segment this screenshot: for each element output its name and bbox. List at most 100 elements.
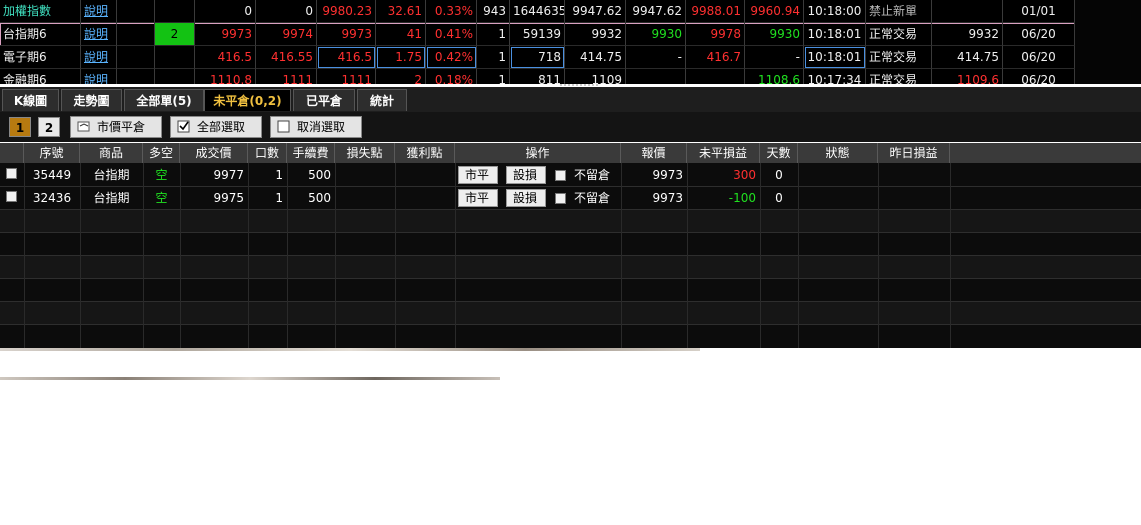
- row-divider: [0, 255, 1141, 256]
- page-2-button[interactable]: 2: [38, 117, 60, 137]
- deselect-button[interactable]: 取消選取: [270, 116, 362, 138]
- high-cell: 416.7: [686, 46, 745, 69]
- tab-statistics[interactable]: 統計: [357, 89, 407, 111]
- change-cell: 2: [376, 69, 426, 84]
- quote-row[interactable]: 加權指數 說明 0 0 9980.23 32.61 0.33% 943 1644…: [0, 0, 1141, 23]
- header-action[interactable]: 操作: [455, 143, 621, 163]
- bid-cell: 1110.8: [195, 69, 256, 84]
- market-close-row-button[interactable]: 市平: [458, 166, 498, 184]
- header-status[interactable]: 狀態: [798, 143, 878, 163]
- position-take-profit[interactable]: [395, 187, 455, 209]
- page-1-button[interactable]: 1: [9, 117, 31, 137]
- position-id: 32436: [32, 191, 72, 205]
- last-price-cell: 1111: [317, 69, 376, 84]
- info-link[interactable]: 說明: [81, 0, 117, 23]
- quote-row[interactable]: 電子期6 說明 416.5 416.55 416.5 1.75 0.42% 1 …: [0, 46, 1141, 69]
- info-link[interactable]: 說明: [81, 69, 117, 84]
- position-prev-pnl: [878, 164, 950, 186]
- position-stop-loss[interactable]: [335, 164, 395, 186]
- position-side: 空: [155, 168, 168, 182]
- tab-all-orders[interactable]: 全部單(5): [124, 89, 204, 111]
- tab-kline[interactable]: K線圖: [2, 89, 59, 111]
- header-days[interactable]: 天數: [760, 143, 798, 163]
- header-filler: [950, 143, 1141, 163]
- high-cell: [686, 69, 745, 84]
- low-cell: 1108.6: [745, 69, 804, 84]
- open-cell: [626, 69, 686, 84]
- date-cell: 01/01: [1003, 0, 1075, 23]
- header-fee[interactable]: 手續費: [287, 143, 335, 163]
- market-close-icon: [77, 121, 90, 132]
- market-close-button[interactable]: 市價平倉: [70, 116, 162, 138]
- last-price-cell: 9973: [317, 23, 376, 46]
- row-divider: [0, 232, 1141, 233]
- header-lots[interactable]: 口數: [248, 143, 287, 163]
- time-cell: 10:18:01: [804, 46, 866, 69]
- bid-cell: 0: [195, 0, 256, 23]
- header-take-profit[interactable]: 獲利點: [395, 143, 455, 163]
- reference-cell: 9932: [565, 23, 626, 46]
- select-all-button[interactable]: 全部選取: [170, 116, 262, 138]
- header-price[interactable]: 成交價: [180, 143, 248, 163]
- position-take-profit[interactable]: [395, 164, 455, 186]
- row-divider: [0, 278, 1141, 279]
- quantity-cell: [155, 46, 195, 69]
- tab-open-positions[interactable]: 未平倉(0,2): [204, 89, 291, 111]
- total-volume-cell: 1644635: [510, 0, 565, 23]
- no-overnight-checkbox[interactable]: [555, 193, 566, 204]
- prev-close-cell: 9932: [932, 23, 1003, 46]
- quote-row[interactable]: 台指期6 說明 2 9973 9974 9973 41 0.41% 1 5913…: [0, 23, 1141, 46]
- bid-cell: 9973: [195, 23, 256, 46]
- total-volume-cell: 59139: [510, 23, 565, 46]
- tab-closed-positions[interactable]: 已平倉: [293, 89, 355, 111]
- change-pct-cell: 0.33%: [426, 0, 477, 23]
- position-price: 9975: [213, 191, 244, 205]
- quantity-cell: [155, 69, 195, 84]
- set-stop-button[interactable]: 設損: [506, 166, 546, 184]
- set-stop-button[interactable]: 設損: [506, 189, 546, 207]
- header-unrealized-pnl[interactable]: 未平損益: [687, 143, 760, 163]
- open-cell: 9930: [626, 23, 686, 46]
- header-stop-loss[interactable]: 損失點: [335, 143, 395, 163]
- market-close-label: 市價平倉: [97, 120, 146, 134]
- table-row[interactable]: 35449 台指期 空 9977 1 500 市平 設損 不留倉 9973 30…: [0, 164, 1141, 186]
- row-checkbox[interactable]: [6, 168, 17, 179]
- status-cell: 正常交易: [866, 23, 932, 46]
- symbol-name: 加權指數: [0, 0, 81, 23]
- position-status: [798, 187, 878, 209]
- position-stop-loss[interactable]: [335, 187, 395, 209]
- header-prev-pnl[interactable]: 昨日損益: [878, 143, 950, 163]
- position-product: 台指期: [93, 168, 130, 182]
- header-side[interactable]: 多空: [143, 143, 180, 163]
- header-id[interactable]: 序號: [24, 143, 80, 163]
- deselect-label: 取消選取: [297, 120, 346, 134]
- prev-close-cell: [932, 0, 1003, 23]
- ask-cell: 9974: [256, 23, 317, 46]
- header-product[interactable]: 商品: [80, 143, 143, 163]
- header-quote[interactable]: 報價: [621, 143, 687, 163]
- position-lots: 1: [275, 168, 283, 182]
- reference-cell: 9947.62: [565, 0, 626, 23]
- high-cell: 9988.01: [686, 0, 745, 23]
- row-checkbox[interactable]: [6, 191, 17, 202]
- tab-trend[interactable]: 走勢圖: [61, 89, 122, 111]
- info-link[interactable]: 說明: [81, 23, 117, 46]
- open-cell: 9947.62: [626, 0, 686, 23]
- volume-cell: 1: [477, 46, 510, 69]
- background-fragment: [0, 377, 500, 380]
- no-overnight-checkbox[interactable]: [555, 170, 566, 181]
- position-id: 35449: [32, 168, 72, 182]
- market-close-row-button[interactable]: 市平: [458, 189, 498, 207]
- info-link[interactable]: 說明: [81, 46, 117, 69]
- table-row[interactable]: 32436 台指期 空 9975 1 500 市平 設損 不留倉 9973 -1…: [0, 187, 1141, 209]
- empty-row: [0, 209, 1141, 232]
- low-cell: 9930: [745, 23, 804, 46]
- position-unrealized-pnl: 300: [733, 168, 756, 182]
- reference-cell: 414.75: [565, 46, 626, 69]
- high-cell: 9978: [686, 23, 745, 46]
- volume-cell: 1: [477, 23, 510, 46]
- position-days: 0: [775, 168, 783, 182]
- position-status: [798, 164, 878, 186]
- change-cell: 32.61: [376, 0, 426, 23]
- quote-row[interactable]: 金融期6 說明 1110.8 1111 1111 2 0.18% 1 811 1…: [0, 69, 1141, 84]
